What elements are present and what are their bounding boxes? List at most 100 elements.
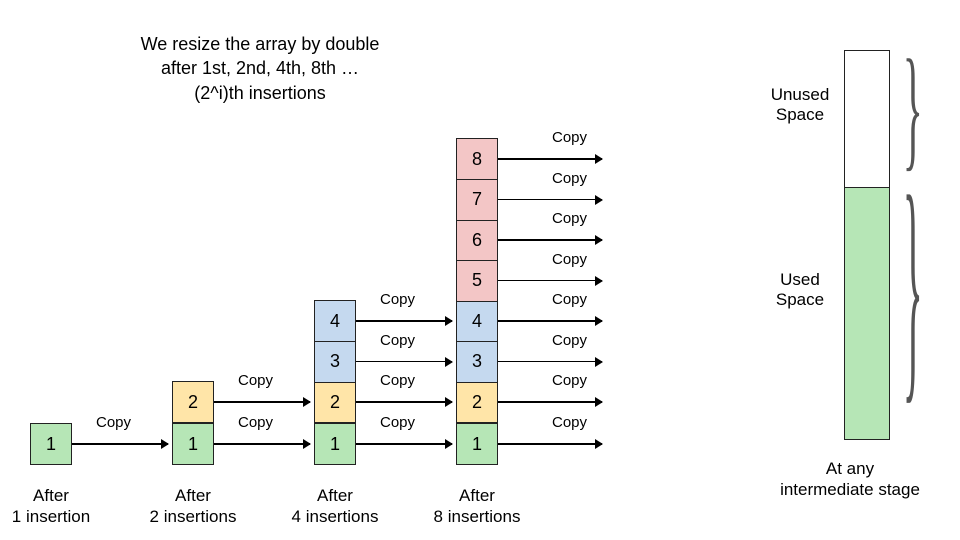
cell-value: 1	[472, 434, 482, 455]
cell-value: 1	[330, 434, 340, 455]
stack-8: 1 Copy 2 Copy 3 Copy	[456, 140, 498, 466]
cell-5: 5 Copy	[456, 260, 498, 302]
arrow-icon	[356, 401, 452, 403]
copy-arrow: Copy	[214, 434, 310, 454]
label-line: Unused	[771, 85, 830, 104]
copy-label: Copy	[96, 414, 131, 431]
copy-label: Copy	[552, 291, 587, 308]
copy-label: Copy	[552, 170, 587, 187]
copy-label: Copy	[552, 251, 587, 268]
allocation-bar	[844, 50, 890, 440]
copy-arrow: Copy	[214, 392, 310, 412]
intro-text: We resize the array by double after 1st,…	[90, 32, 430, 105]
arrow-icon	[214, 443, 310, 445]
cell-2: 2 Copy	[314, 381, 356, 423]
cell-4: 4 Copy	[314, 300, 356, 342]
copy-label: Copy	[380, 291, 415, 308]
caption-line: After	[459, 486, 495, 505]
cell-2: 2 Copy	[172, 381, 214, 423]
brace-icon: }	[903, 164, 923, 416]
stack-4-cells: 1 Copy 2 Copy 3 Copy	[314, 302, 356, 466]
arrow-icon	[498, 158, 602, 160]
cell-3: 3 Copy	[456, 341, 498, 383]
caption-line: 1 insertion	[12, 507, 90, 526]
copy-label: Copy	[552, 210, 587, 227]
copy-label: Copy	[552, 414, 587, 431]
allocation-caption: At any intermediate stage	[760, 458, 940, 501]
label-line: Used	[780, 270, 820, 289]
cell-value: 1	[188, 434, 198, 455]
stack-1-caption: After 1 insertion	[0, 485, 121, 528]
copy-arrow: Copy	[498, 190, 602, 210]
copy-arrow: Copy	[356, 352, 452, 372]
cell-3: 3 Copy	[314, 341, 356, 383]
arrow-icon	[498, 443, 602, 445]
arrow-icon	[498, 361, 602, 363]
cell-8: 8 Copy	[456, 138, 498, 180]
cell-value: 2	[472, 392, 482, 413]
cell-value: 4	[472, 311, 482, 332]
copy-arrow: Copy	[356, 434, 452, 454]
caption-line: 2 insertions	[150, 507, 237, 526]
cell-6: 6 Copy	[456, 219, 498, 261]
stack-1: 1 Copy After 1 insertion	[30, 423, 72, 465]
copy-arrow: Copy	[498, 230, 602, 250]
stack-1-cells: 1 Copy	[30, 423, 72, 465]
copy-arrow: Copy	[72, 434, 168, 454]
copy-label: Copy	[238, 372, 273, 389]
cell-value: 8	[472, 149, 482, 170]
arrow-icon	[498, 199, 602, 201]
cell-value: 7	[472, 189, 482, 210]
cell-2: 2 Copy	[456, 381, 498, 423]
caption-line: At any	[826, 459, 874, 478]
caption-line: After	[33, 486, 69, 505]
diagram-canvas: We resize the array by double after 1st,…	[0, 0, 960, 540]
arrow-icon	[498, 401, 602, 403]
label-line: Space	[776, 290, 824, 309]
copy-arrow: Copy	[356, 311, 452, 331]
caption-line: intermediate stage	[780, 480, 920, 499]
unused-region	[845, 51, 889, 187]
intro-line-2: after 1st, 2nd, 4th, 8th …	[161, 58, 359, 78]
copy-label: Copy	[380, 332, 415, 349]
arrow-icon	[356, 361, 452, 363]
copy-label: Copy	[380, 372, 415, 389]
cell-value: 3	[472, 351, 482, 372]
stack-2-cells: 1 Copy 2 Copy	[172, 383, 214, 466]
caption-line: After	[175, 486, 211, 505]
arrow-icon	[356, 443, 452, 445]
copy-label: Copy	[552, 372, 587, 389]
arrow-icon	[356, 320, 452, 322]
cell-7: 7 Copy	[456, 179, 498, 221]
stack-8-cells: 1 Copy 2 Copy 3 Copy	[456, 140, 498, 466]
copy-arrow: Copy	[498, 149, 602, 169]
copy-arrow: Copy	[498, 392, 602, 412]
cell-1: 1 Copy	[456, 423, 498, 465]
copy-label: Copy	[552, 332, 587, 349]
intro-line-1: We resize the array by double	[141, 34, 380, 54]
cell-1: 1 Copy	[314, 423, 356, 465]
cell-value: 2	[188, 392, 198, 413]
copy-arrow: Copy	[498, 271, 602, 291]
stack-4: 1 Copy 2 Copy 3 Copy	[314, 302, 356, 466]
stack-2-caption: After 2 insertions	[123, 485, 263, 528]
used-space-label: Used Space	[760, 270, 840, 311]
arrow-icon	[498, 239, 602, 241]
caption-line: 8 insertions	[434, 507, 521, 526]
cell-1: 1 Copy	[30, 423, 72, 465]
caption-line: After	[317, 486, 353, 505]
arrow-icon	[498, 280, 602, 282]
label-line: Space	[776, 105, 824, 124]
copy-label: Copy	[380, 414, 415, 431]
caption-line: 4 insertions	[292, 507, 379, 526]
used-region	[845, 187, 889, 439]
copy-arrow: Copy	[498, 311, 602, 331]
stack-4-caption: After 4 insertions	[265, 485, 405, 528]
copy-arrow: Copy	[356, 392, 452, 412]
cell-value: 2	[330, 392, 340, 413]
stack-2: 1 Copy 2 Copy After 2 insertions	[172, 383, 214, 466]
cell-value: 1	[46, 434, 56, 455]
copy-label: Copy	[552, 129, 587, 146]
cell-1: 1 Copy	[172, 423, 214, 465]
cell-value: 6	[472, 230, 482, 251]
